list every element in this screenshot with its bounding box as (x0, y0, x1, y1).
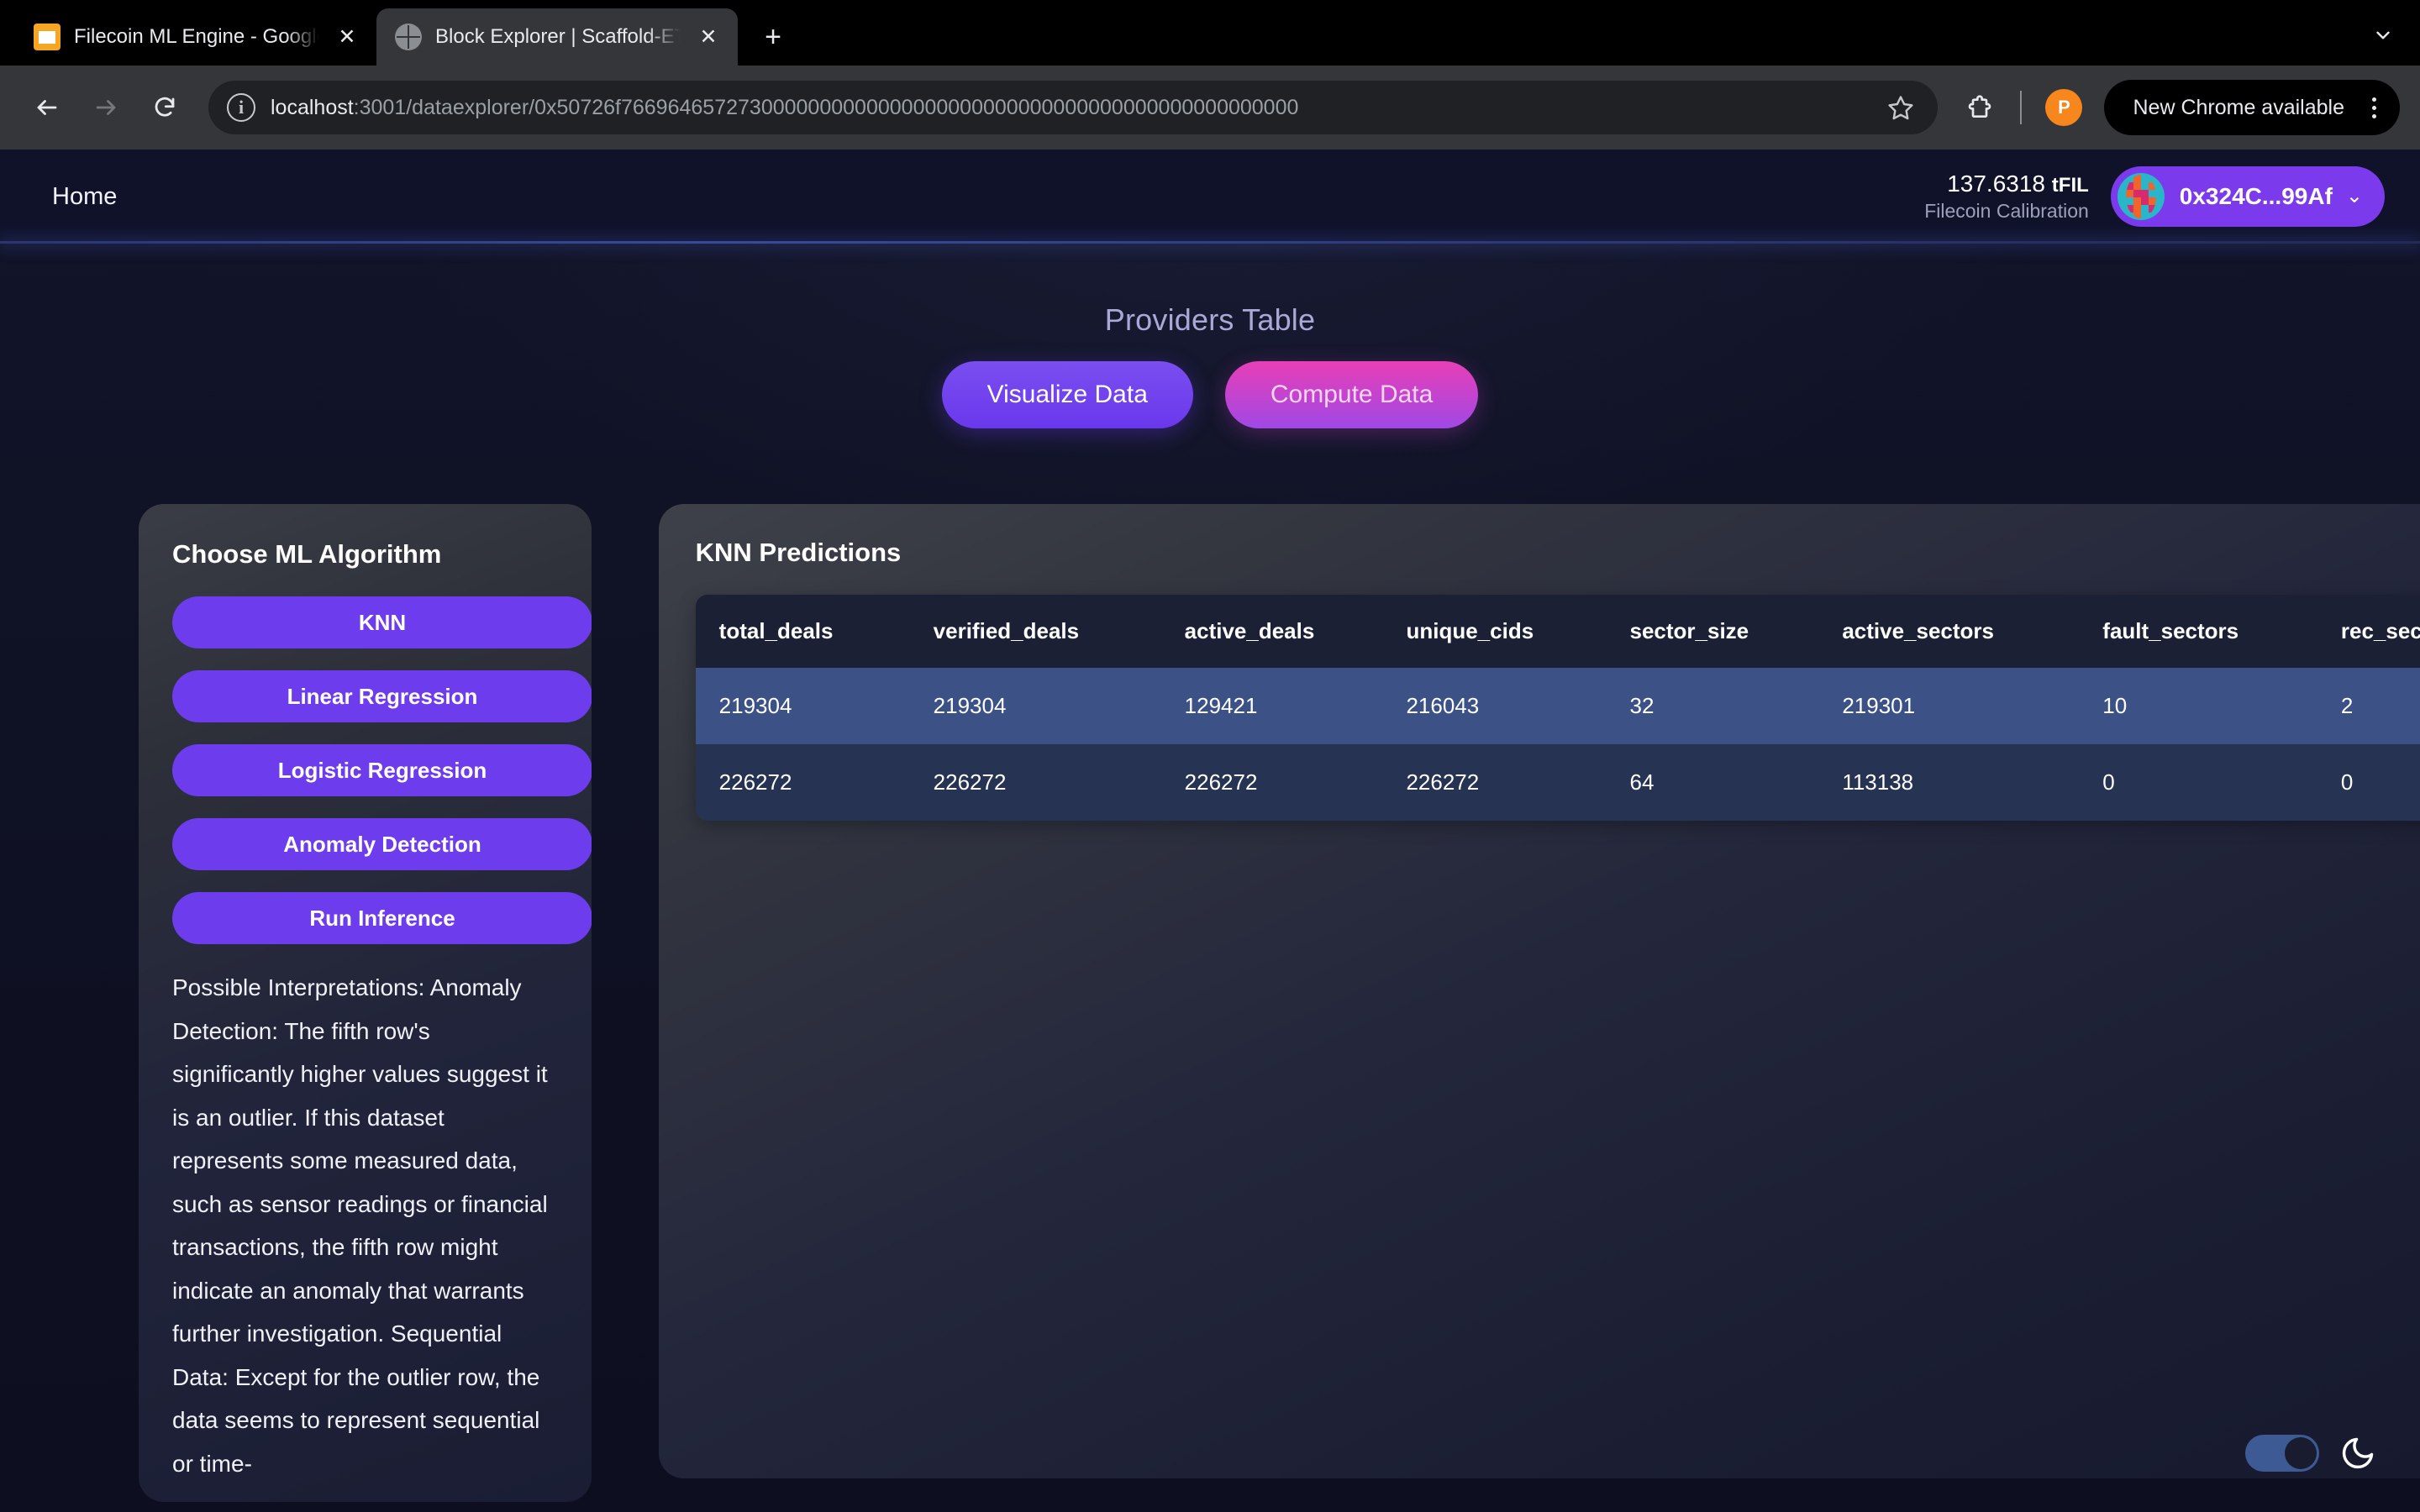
browser-tab-2[interactable]: Block Explorer | Scaffold-ETH ✕ (376, 8, 738, 66)
balance-amount: 137.6318 (1947, 171, 2046, 197)
new-tab-button[interactable]: + (751, 15, 795, 59)
algorithm-button-logistic-regression[interactable]: Logistic Regression (172, 744, 592, 796)
wallet-address: 0x324C...99Af (2179, 183, 2333, 209)
chrome-update-label: New Chrome available (2133, 95, 2344, 119)
table-cell: 226272 (1382, 744, 1607, 821)
table-cell: 0 (2079, 744, 2317, 821)
wallet-balance: 137.6318 tFIL Filecoin Calibration (1924, 170, 2089, 223)
url-path: :3001/dataexplorer/0x50726f7669646572730… (353, 95, 1299, 119)
dark-mode-switch[interactable] (2245, 1435, 2319, 1472)
algorithm-button-linear-regression[interactable]: Linear Regression (172, 670, 592, 722)
table-header-row: total_deals verified_deals active_deals … (695, 595, 2420, 668)
kebab-menu-icon[interactable] (2360, 91, 2388, 124)
close-icon[interactable]: ✕ (333, 23, 361, 51)
table-row[interactable]: 219304 219304 129421 216043 32 219301 10… (695, 668, 2420, 744)
table-cell: 0 (2317, 744, 2420, 821)
profile-avatar[interactable]: P (2045, 89, 2083, 126)
panel-title: Choose ML Algorithm (172, 539, 442, 569)
extensions-icon[interactable] (1954, 82, 2005, 133)
column-header-active-sectors: active_sectors (1818, 595, 2080, 668)
column-header-verified-deals: verified_deals (909, 595, 1161, 668)
predictions-table: total_deals verified_deals active_deals … (695, 595, 2420, 821)
compute-data-button[interactable]: Compute Data (1224, 361, 1479, 428)
algorithm-button-knn[interactable]: KNN (172, 596, 592, 648)
switch-knob (2285, 1437, 2317, 1469)
predictions-title: KNN Predictions (695, 538, 902, 567)
table-cell: 226272 (1160, 744, 1383, 821)
moon-icon[interactable] (2339, 1435, 2376, 1472)
theme-toggle-group (2245, 1435, 2376, 1472)
site-header: Home 137.6318 tFIL Filecoin Calibration (0, 150, 2420, 244)
bookmark-star-icon[interactable] (1887, 94, 1921, 121)
table-cell: 32 (1606, 668, 1819, 744)
back-icon[interactable] (20, 81, 74, 134)
column-header-total-deals: total_deals (695, 595, 910, 668)
globe-icon (395, 24, 422, 50)
table-cell: 219304 (909, 668, 1161, 744)
ml-algorithm-panel: Choose ML Algorithm KNN Linear Regressio… (139, 504, 592, 1503)
page-title: Providers Table (1104, 302, 1316, 337)
nav-link-home[interactable]: Home (39, 175, 130, 219)
close-icon[interactable]: ✕ (694, 23, 723, 51)
address-bar[interactable]: i localhost:3001/dataexplorer/0x50726f76… (208, 81, 1939, 134)
tab-title: Block Explorer | Scaffold-ETH (435, 25, 681, 48)
hero-actions: Visualize Data Compute Data (0, 361, 2420, 428)
wallet-connect-button[interactable]: 0x324C...99Af ⌄ (2110, 166, 2385, 227)
reload-icon[interactable] (138, 81, 192, 134)
table-cell: 226272 (695, 744, 910, 821)
site-info-icon[interactable]: i (227, 93, 255, 122)
tab-list-chevron-down-icon[interactable] (2361, 13, 2405, 57)
column-header-unique-cids: unique_cids (1382, 595, 1607, 668)
run-inference-button[interactable]: Run Inference (172, 892, 592, 944)
interpretation-text: Possible Interpretations: Anomaly Detect… (172, 974, 548, 1477)
table-cell: 219301 (1818, 668, 2080, 744)
main-content-row: Choose ML Algorithm KNN Linear Regressio… (0, 428, 2420, 1503)
column-header-rec-sectors: rec_sec (2317, 595, 2420, 668)
column-header-fault-sectors: fault_sectors (2079, 595, 2317, 668)
page-content: Home 137.6318 tFIL Filecoin Calibration (0, 150, 2420, 1512)
predictions-table-wrapper[interactable]: total_deals verified_deals active_deals … (695, 595, 2420, 821)
column-header-sector-size: sector_size (1606, 595, 1819, 668)
algorithm-button-anomaly-detection[interactable]: Anomaly Detection (172, 818, 592, 870)
tab-title: Filecoin ML Engine - Google S (74, 25, 319, 48)
browser-tab-1[interactable]: Filecoin ML Engine - Google S ✕ (15, 8, 376, 66)
column-header-active-deals: active_deals (1160, 595, 1383, 668)
table-row[interactable]: 226272 226272 226272 226272 64 113138 0 … (695, 744, 2420, 821)
predictions-panel: KNN Predictions total_deals verified_dea… (658, 504, 2420, 1478)
visualize-data-button[interactable]: Visualize Data (941, 361, 1193, 428)
table-cell: 219304 (695, 668, 910, 744)
forward-icon (79, 81, 133, 134)
chevron-down-icon[interactable]: ⌄ (2346, 186, 2363, 207)
sheets-icon (34, 24, 60, 50)
browser-window: Filecoin ML Engine - Google S ✕ Block Ex… (0, 0, 2420, 1512)
browser-toolbar: i localhost:3001/dataexplorer/0x50726f76… (0, 66, 2420, 150)
table-cell: 10 (2079, 668, 2317, 744)
avatar (2117, 173, 2165, 220)
url-host: localhost (271, 95, 354, 119)
hero-section: Providers Table Visualize Data Compute D… (0, 244, 2420, 428)
balance-unit: tFIL (2051, 174, 2089, 197)
table-cell: 216043 (1382, 668, 1607, 744)
table-cell: 226272 (909, 744, 1161, 821)
network-label: Filecoin Calibration (1924, 200, 2089, 223)
chrome-update-button[interactable]: New Chrome available (2104, 80, 2400, 135)
toolbar-divider (2020, 91, 2023, 124)
header-right-cluster: 137.6318 tFIL Filecoin Calibration 0x324… (1924, 166, 2385, 227)
table-cell: 113138 (1818, 744, 2080, 821)
balance-amount-row: 137.6318 tFIL (1924, 170, 2089, 198)
table-cell: 64 (1606, 744, 1819, 821)
table-cell: 2 (2317, 668, 2420, 744)
tab-strip: Filecoin ML Engine - Google S ✕ Block Ex… (0, 0, 2420, 66)
table-cell: 129421 (1160, 668, 1383, 744)
url-text: localhost:3001/dataexplorer/0x50726f7669… (271, 96, 1872, 120)
